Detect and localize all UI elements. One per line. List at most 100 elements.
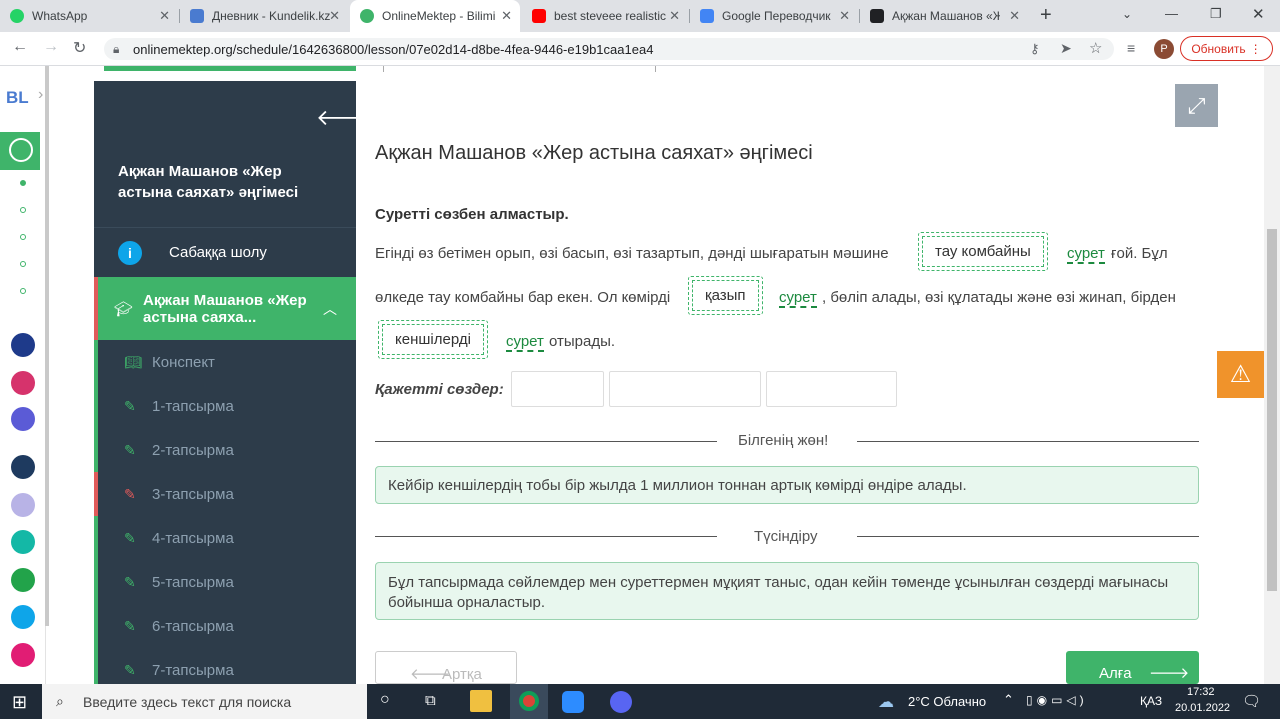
close-icon[interactable]: ✕ <box>501 8 512 24</box>
sidebar-item-task-1[interactable]: ✎ 1-тапсырма <box>94 384 356 428</box>
language-indicator[interactable]: ҚАЗ <box>1140 694 1162 708</box>
sidebar-item-konspekt[interactable]: 📖︎ Конспект <box>94 340 356 384</box>
sidebar-item-label: 2-тапсырма <box>152 441 234 459</box>
star-icon[interactable]: ☆ <box>1089 39 1102 57</box>
rail-logo[interactable]: BL <box>6 88 29 108</box>
close-icon[interactable]: ✕ <box>839 8 850 24</box>
close-icon[interactable]: ✕ <box>159 8 170 24</box>
back-button[interactable]: 🡐 Артқа <box>375 651 517 684</box>
window-close-icon[interactable]: ✕ <box>1252 5 1265 23</box>
rail-dot[interactable] <box>20 261 26 267</box>
close-icon[interactable]: ✕ <box>669 8 680 24</box>
clock-date[interactable]: 20.01.2022 <box>1175 702 1230 714</box>
tab-youtube[interactable]: best steveee realistic ✕ <box>522 0 688 32</box>
sidebar-item-label: 6-тапсырма <box>152 617 234 635</box>
app-icon[interactable] <box>11 455 35 479</box>
sidebar-item-task-3[interactable]: ✎ 3-тапсырма <box>94 472 356 516</box>
sidebar-item-task-6[interactable]: ✎ 6-тапсырма <box>94 604 356 648</box>
update-button[interactable]: Обновить ⋮ <box>1180 36 1273 61</box>
zoom-icon[interactable] <box>562 691 584 713</box>
sidebar-item-task-4[interactable]: ✎ 4-тапсырма <box>94 516 356 560</box>
lock-icon[interactable]: 🔒︎ <box>113 42 119 57</box>
app-icon[interactable] <box>11 333 35 357</box>
tab-label: WhatsApp <box>32 9 88 23</box>
clock-time[interactable]: 17:32 <box>1187 686 1215 698</box>
word-bank-slot[interactable] <box>511 371 604 407</box>
rail-dot[interactable] <box>20 180 26 186</box>
report-warning-icon[interactable]: ⚠︎ <box>1217 351 1264 398</box>
rail-dot[interactable] <box>20 207 26 213</box>
close-icon[interactable]: ✕ <box>329 8 340 24</box>
app-icon[interactable] <box>11 605 35 629</box>
app-icon[interactable] <box>11 643 35 667</box>
rail-scrollbar[interactable] <box>45 66 49 626</box>
forward-icon[interactable]: → <box>43 38 59 56</box>
url-text[interactable]: onlinemektep.org/schedule/1642636800/les… <box>133 42 653 57</box>
scrollbar-thumb[interactable] <box>1267 229 1277 591</box>
send-icon[interactable]: ➤ <box>1060 40 1072 57</box>
answer-slot-1[interactable]: тау комбайны <box>918 232 1048 271</box>
answer-word[interactable]: кеншілерді <box>382 324 484 355</box>
key-icon[interactable]: ⚷ <box>1030 41 1040 57</box>
answer-word[interactable]: тау комбайны <box>922 236 1044 267</box>
word-bank-slot[interactable] <box>766 371 897 407</box>
sidebar-item-overview[interactable]: i Сабаққа шолу <box>94 227 356 277</box>
update-label: Обновить <box>1191 41 1246 56</box>
sentence-text: отырады. <box>549 333 616 350</box>
rail-dot[interactable] <box>20 234 26 240</box>
taskbar-search[interactable]: ⌕ Введите здесь текст для поиска <box>42 684 367 719</box>
fullscreen-icon[interactable]: ⤢ <box>1175 84 1218 127</box>
chevron-right-icon[interactable]: › <box>38 86 43 104</box>
tab-kundelik[interactable]: Дневник - Kundelik.kz ✕ <box>180 0 348 32</box>
app-icon[interactable] <box>11 493 35 517</box>
notifications-icon[interactable]: 🗨︎ <box>1242 692 1261 710</box>
back-icon[interactable]: ← <box>12 38 28 56</box>
tray-icons[interactable]: ▯◉▭◁) <box>1026 693 1088 707</box>
tab-google-translate[interactable]: Google Переводчик ✕ <box>690 0 858 32</box>
task-view-icon[interactable]: ⧉ <box>425 692 436 709</box>
discord-icon[interactable] <box>610 691 632 713</box>
file-explorer-icon[interactable] <box>470 690 492 712</box>
new-tab-button[interactable]: + <box>1040 4 1052 27</box>
avatar[interactable]: P <box>1154 39 1174 59</box>
close-icon[interactable]: ✕ <box>1009 8 1020 24</box>
reading-list-icon[interactable]: ≡ <box>1127 40 1135 56</box>
restore-icon[interactable]: ❐ <box>1210 6 1222 22</box>
tab-search-icon[interactable]: ⌄ <box>1122 7 1132 21</box>
app-icon[interactable] <box>11 371 35 395</box>
reload-icon[interactable]: ↻ <box>73 38 86 58</box>
sidebar-section-current[interactable]: 🎓︎ Ақжан Машанов «Жер астына саяха... ︿ <box>94 277 356 340</box>
chevron-up-icon[interactable]: ⌃ <box>1003 692 1014 708</box>
app-icon[interactable] <box>11 407 35 431</box>
answer-slot-3[interactable]: кеншілерді <box>378 320 488 359</box>
sidebar-item-task-5[interactable]: ✎ 5-тапсырма <box>94 560 356 604</box>
tab-whatsapp[interactable]: WhatsApp ✕ <box>0 0 178 32</box>
word-bank-slot[interactable] <box>609 371 761 407</box>
whatsapp-icon <box>10 9 24 23</box>
rail-dot[interactable] <box>20 288 26 294</box>
sidebar-item-task-2[interactable]: ✎ 2-тапсырма <box>94 428 356 472</box>
explain-text: Бұл тапсырмада сөйлемдер мен суреттермен… <box>388 574 1169 611</box>
answer-slot-2[interactable]: қазып <box>688 276 763 315</box>
page-scrollbar[interactable] <box>1264 66 1280 684</box>
windows-start-icon[interactable]: ⊞ <box>12 692 27 713</box>
tab-lesson[interactable]: Ақжан Машанов «Же ✕ <box>860 0 1028 32</box>
next-button[interactable]: Алға 🡒 <box>1066 651 1199 684</box>
edit-icon: ✎ <box>124 573 136 590</box>
weather-text[interactable]: 2°C Облачно <box>908 694 986 709</box>
rail-active-app[interactable] <box>0 132 40 170</box>
divider <box>857 536 1199 537</box>
app-icon[interactable] <box>11 530 35 554</box>
minimize-icon[interactable]: — <box>1165 6 1178 21</box>
app-icon[interactable] <box>11 568 35 592</box>
chrome-taskbar-button[interactable] <box>510 684 548 719</box>
chevron-up-icon[interactable]: ︿ <box>323 299 337 319</box>
book-icon: 📖︎ <box>124 353 142 370</box>
tab-onlinemektep[interactable]: OnlineMektep - Bilimi ✕ <box>350 0 520 32</box>
cortana-icon[interactable]: ○ <box>380 691 390 709</box>
search-placeholder: Введите здесь текст для поиска <box>83 694 292 710</box>
cloud-icon: ☁︎ <box>878 694 894 711</box>
answer-word[interactable]: қазып <box>692 280 759 311</box>
needed-words-label: Қажетті сөздер: <box>375 381 504 398</box>
sentence-text: , бөліп алады, өзі құлатады және өзі жин… <box>822 289 1176 306</box>
